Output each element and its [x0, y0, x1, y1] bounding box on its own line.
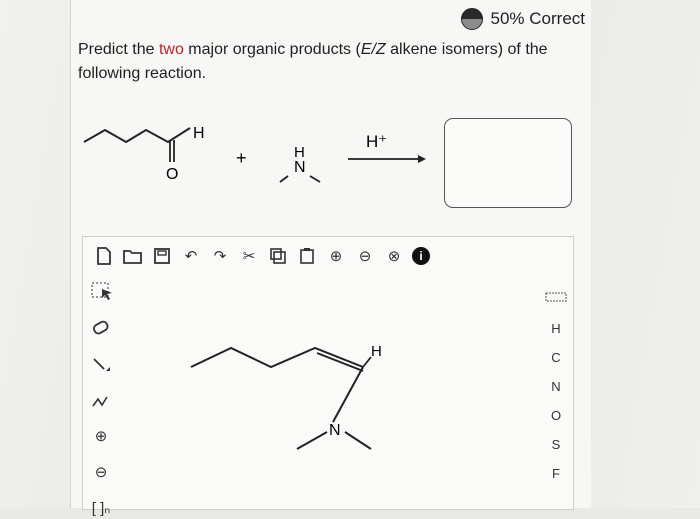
drawn-n: N — [329, 422, 341, 439]
aldehyde-h: H — [193, 125, 205, 142]
drawn-h: H — [371, 343, 382, 360]
question-part: Predict the — [78, 41, 159, 58]
clear-icon[interactable]: ⊗ — [383, 245, 405, 267]
bond-tool-icon[interactable] — [90, 355, 112, 373]
element-s[interactable]: S — [544, 437, 568, 452]
drawing-canvas[interactable]: H N — [119, 275, 539, 509]
paste-icon[interactable] — [296, 245, 318, 267]
question-text: Predict the two major organic products (… — [78, 38, 558, 86]
element-n[interactable]: N — [544, 379, 568, 394]
editor-toolbar: ↶ ↷ ✂ ⊕ ⊖ ⊗ i — [83, 237, 573, 275]
bracket-tool-icon[interactable]: [ ]ₙ — [90, 499, 112, 517]
negative-charge-icon[interactable]: ⊖ — [90, 463, 112, 481]
chain-tool-icon[interactable] — [90, 391, 112, 409]
element-palette: H C N O S F — [539, 275, 573, 519]
copy-icon[interactable] — [267, 245, 289, 267]
element-c[interactable]: C — [544, 350, 568, 365]
eraser-icon[interactable] — [90, 319, 112, 337]
question-ez: E/Z — [360, 41, 386, 58]
info-icon[interactable]: i — [412, 247, 430, 265]
catalyst-label: H⁺ — [366, 132, 387, 151]
redo-icon[interactable]: ↷ — [209, 245, 231, 267]
periodic-table-icon[interactable] — [545, 285, 567, 307]
plus-sign: + — [236, 148, 247, 168]
zoom-in-icon[interactable]: ⊕ — [325, 245, 347, 267]
pie-icon — [460, 8, 483, 30]
element-h[interactable]: H — [544, 321, 568, 336]
left-toolbar: ⊕ ⊖ [ ]ₙ — [83, 275, 119, 517]
save-icon[interactable] — [151, 245, 173, 267]
new-document-icon[interactable] — [93, 245, 115, 267]
question-highlight: two — [158, 41, 184, 58]
zoom-out-icon[interactable]: ⊖ — [354, 245, 376, 267]
score-text: 50% Correct — [490, 9, 585, 28]
score-indicator: 50% Correct — [460, 8, 585, 30]
element-f[interactable]: F — [544, 466, 568, 481]
undo-icon[interactable]: ↶ — [180, 245, 202, 267]
open-folder-icon[interactable] — [122, 245, 144, 267]
select-tool-icon[interactable] — [90, 281, 112, 301]
element-o[interactable]: O — [544, 408, 568, 423]
structure-editor: ↶ ↷ ✂ ⊕ ⊖ ⊗ i ⊕ ⊖ []ₙ H C N O S F H N — [82, 236, 574, 517]
amine-n: N — [294, 159, 306, 176]
question-part: major organic products ( — [183, 41, 361, 58]
positive-charge-icon[interactable]: ⊕ — [90, 427, 112, 445]
screen: 50% Correct Predict the two major organi… — [0, 0, 700, 517]
answer-box[interactable] — [444, 118, 572, 208]
cut-icon[interactable]: ✂ — [238, 245, 260, 267]
aldehyde-o: O — [166, 166, 178, 183]
